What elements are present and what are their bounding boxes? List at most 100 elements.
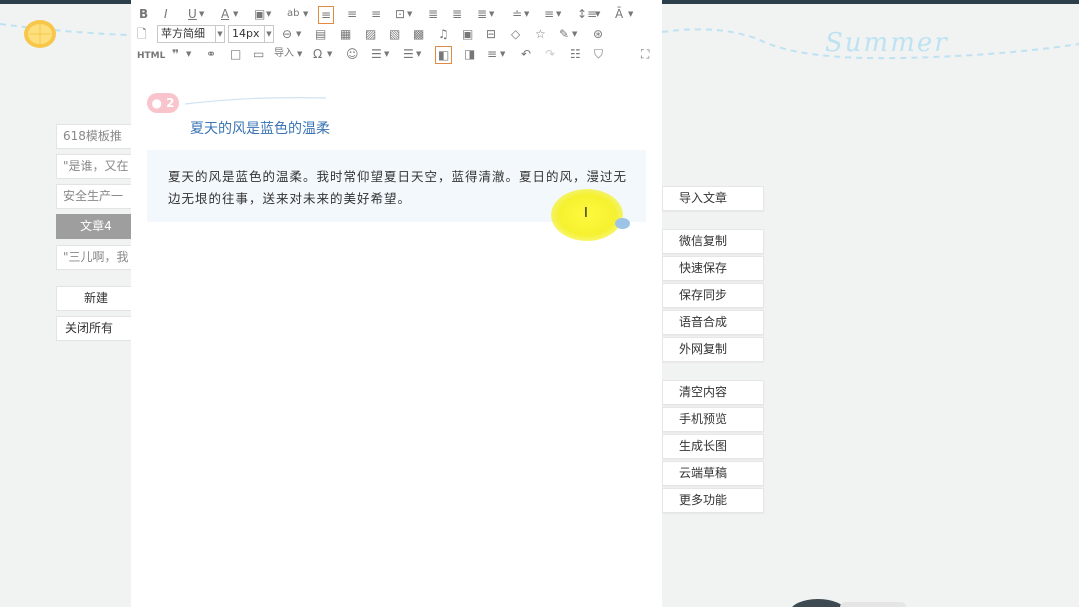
chevron-down-icon: ▼	[264, 26, 273, 42]
anchor-icon[interactable]: □	[230, 46, 241, 62]
chevron-down-icon[interactable]: ▼	[233, 6, 238, 22]
chevron-down-icon[interactable]: ▼	[595, 6, 600, 22]
undo-icon[interactable]: ↶	[521, 46, 531, 62]
float-right-icon[interactable]: ◨	[464, 46, 475, 62]
title-wave-decoration	[184, 97, 327, 105]
align-left-icon[interactable]: ≡	[318, 6, 335, 24]
sidebar-item-4-active[interactable]: 文章4	[56, 214, 136, 239]
quick-save-button[interactable]: 快速保存	[662, 256, 764, 281]
format-brush-icon[interactable]: ☷	[570, 46, 581, 62]
emoji-icon[interactable]: ☺	[346, 46, 359, 62]
search-replace-icon[interactable]: ⊛	[593, 26, 603, 42]
italic-button[interactable]: I	[164, 6, 168, 22]
section-number: 2	[166, 96, 175, 110]
link-icon[interactable]: ⚭	[206, 46, 216, 62]
align-right-icon[interactable]: ≡	[371, 6, 381, 22]
comment-icon[interactable]: ▭	[253, 46, 264, 62]
sidebar-item-2[interactable]: "是谁，又在	[56, 154, 136, 179]
chevron-down-icon[interactable]: ▼	[297, 46, 302, 62]
picture-icon[interactable]: ▧	[389, 26, 400, 42]
long-image-button[interactable]: 生成长图	[662, 434, 764, 459]
table-icon[interactable]: ▤	[315, 26, 326, 42]
redo-icon[interactable]: ↷	[545, 46, 555, 62]
close-all-button[interactable]: 关闭所有	[56, 316, 136, 341]
editor-area[interactable]: B I U ▼ A ▼ ▣ ▼ ab ▼ ≡ ≡ ≡ ⊡ ▼ ≣ ≣ ≣ ▼ ≐…	[131, 0, 662, 607]
chevron-down-icon[interactable]: ▼	[416, 46, 421, 62]
vertical-align-icon[interactable]: ≐	[512, 6, 522, 22]
chevron-down-icon[interactable]: ▼	[500, 46, 505, 62]
background-color-icon[interactable]: ▣	[254, 6, 265, 22]
strikethrough-icon[interactable]: ab	[287, 6, 299, 22]
section-number-badge: ● 2	[147, 93, 179, 113]
special-char-icon[interactable]: Ω	[313, 46, 322, 62]
floating-widget-edge[interactable]	[790, 598, 910, 607]
horizontal-rule-icon[interactable]: ⊖	[282, 26, 292, 42]
indent-icon[interactable]: ≣	[477, 6, 487, 22]
font-color-button[interactable]: A	[221, 6, 229, 22]
chevron-down-icon[interactable]: ▼	[327, 46, 332, 62]
music-icon[interactable]: ♫	[438, 26, 449, 42]
chevron-down-icon[interactable]: ▼	[628, 6, 633, 22]
preview-icon[interactable]: ⛉	[594, 46, 603, 62]
chevron-down-icon[interactable]: ▼	[384, 46, 389, 62]
save-sync-button[interactable]: 保存同步	[662, 283, 764, 308]
align-center-icon[interactable]: ≡	[347, 6, 357, 22]
float-left-icon[interactable]: ◧	[435, 46, 453, 64]
chevron-down-icon[interactable]: ▼	[524, 6, 529, 22]
chevron-down-icon[interactable]: ▼	[296, 26, 301, 42]
image-icon[interactable]: ▨	[365, 26, 376, 42]
chevron-down-icon[interactable]: ▼	[303, 6, 308, 22]
clear-format-icon[interactable]: ⊡	[395, 6, 405, 22]
import-button[interactable]: 导入	[274, 46, 294, 62]
unordered-list-icon[interactable]: ☰	[371, 46, 382, 62]
image-grid-icon[interactable]: ▦	[340, 26, 351, 42]
quote-icon[interactable]: ❞	[172, 46, 179, 62]
clear-content-button[interactable]: 清空内容	[662, 380, 764, 405]
chevron-down-icon[interactable]: ▼	[489, 6, 494, 22]
chevron-down-icon[interactable]: ▼	[266, 6, 271, 22]
columns-icon[interactable]: ≡	[487, 46, 497, 62]
font-family-select[interactable]: 苹方简细 ▼	[157, 25, 225, 43]
star-icon[interactable]: ☆	[535, 26, 546, 42]
chevron-down-icon[interactable]: ▼	[199, 6, 204, 22]
toolbar-row-2: 🗋 苹方简细 ▼ 14px ▼ ⊖ ▼ ▤ ▦ ▨ ▧ ▩ ♫ ▣ ⊟ ◇ ☆ …	[131, 24, 662, 44]
mobile-preview-button[interactable]: 手机预览	[662, 407, 764, 432]
more-features-button[interactable]: 更多功能	[662, 488, 764, 513]
sidebar-item-3[interactable]: 安全生产一	[56, 184, 136, 209]
sidebar-item-5[interactable]: "三儿啊，我	[56, 245, 136, 270]
bold-button[interactable]: B	[139, 6, 148, 22]
justify-icon[interactable]: ≣	[428, 6, 438, 22]
font-size-select[interactable]: 14px ▼	[228, 25, 274, 43]
letter-spacing-icon[interactable]: Ā	[615, 6, 623, 22]
ordered-list-icon[interactable]: ☰	[403, 46, 414, 62]
banner-title: Summer	[825, 28, 949, 58]
toolbar-row-1: B I U ▼ A ▼ ▣ ▼ ab ▼ ≡ ≡ ≡ ⊡ ▼ ≣ ≣ ≣ ▼ ≐…	[131, 4, 662, 24]
eraser-icon[interactable]: ◇	[511, 26, 520, 42]
new-button[interactable]: 新建	[56, 286, 136, 311]
video-icon[interactable]: ▣	[462, 26, 473, 42]
fullscreen-icon[interactable]: ⛶	[641, 46, 649, 62]
toolbar-row-3: HTML ❞ ▼ ⚭ □ ▭ 导入 ▼ Ω ▼ ☺ ☰ ▼ ☰ ▼ ◧ ◨ ≡ …	[131, 44, 662, 64]
cloud-draft-button[interactable]: 云端草稿	[662, 461, 764, 486]
import-article-button[interactable]: 导入文章	[662, 186, 764, 211]
chevron-down-icon[interactable]: ▼	[407, 6, 412, 22]
section-title[interactable]: 夏天的风是蓝色的温柔	[190, 118, 330, 138]
external-copy-button[interactable]: 外网复制	[662, 337, 764, 362]
chevron-down-icon[interactable]: ▼	[572, 26, 577, 42]
chevron-down-icon: ▼	[215, 26, 224, 42]
chevron-down-icon[interactable]: ▼	[556, 6, 561, 22]
font-size-value: 14px	[232, 27, 260, 40]
blue-dot-decoration	[615, 218, 630, 229]
template-icon[interactable]: ⊟	[486, 26, 496, 42]
sidebar-item-1[interactable]: 618模板推	[56, 124, 136, 149]
magic-wand-icon[interactable]: ✎	[559, 26, 569, 42]
underline-button[interactable]: U	[188, 6, 197, 22]
new-document-icon[interactable]: 🗋	[137, 26, 147, 42]
html-source-button[interactable]: HTML	[137, 48, 165, 64]
wechat-copy-button[interactable]: 微信复制	[662, 229, 764, 254]
list-icon[interactable]: ≣	[452, 6, 462, 22]
chevron-down-icon[interactable]: ▼	[186, 46, 191, 62]
paragraph-spacing-icon[interactable]: ≡	[544, 6, 554, 22]
gallery-icon[interactable]: ▩	[413, 26, 424, 42]
speech-synthesis-button[interactable]: 语音合成	[662, 310, 764, 335]
